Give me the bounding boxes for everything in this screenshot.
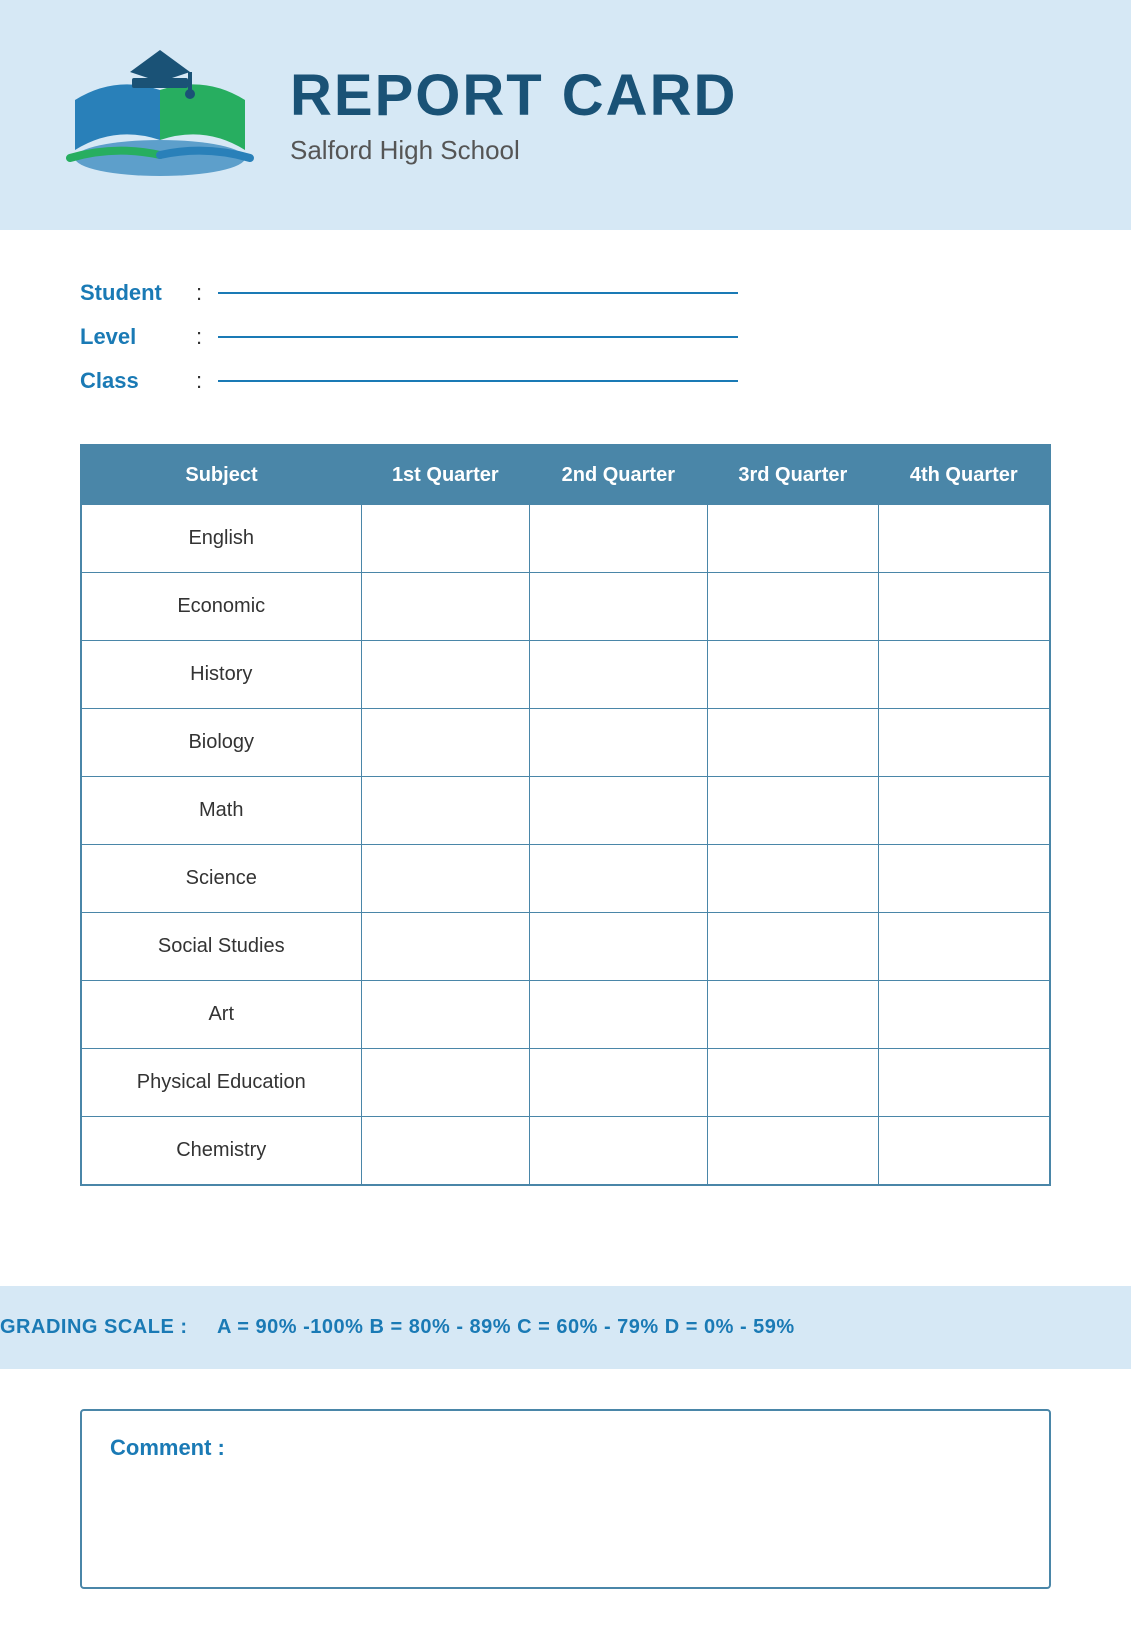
- subject-cell: English: [81, 505, 361, 573]
- student-colon: :: [196, 280, 202, 306]
- q4-cell: [879, 505, 1050, 573]
- q1-cell: [361, 1049, 530, 1117]
- q4-cell: [879, 913, 1050, 981]
- subject-cell: Art: [81, 981, 361, 1049]
- q4-cell: [879, 777, 1050, 845]
- school-logo: [60, 40, 260, 190]
- table-row: Physical Education: [81, 1049, 1050, 1117]
- q4-cell: [879, 1049, 1050, 1117]
- table-row: Art: [81, 981, 1050, 1049]
- comment-section: Comment :: [0, 1369, 1131, 1629]
- grading-scale-values: A = 90% -100% B = 80% - 89% C = 60% - 79…: [217, 1316, 795, 1338]
- level-label: Level: [80, 324, 180, 350]
- q3-cell: [707, 709, 879, 777]
- report-card-title: REPORT CARD: [290, 64, 737, 128]
- subject-cell: History: [81, 641, 361, 709]
- student-line: [218, 292, 738, 294]
- col-q4: 4th Quarter: [879, 445, 1050, 505]
- q2-cell: [530, 845, 707, 913]
- student-row: Student :: [80, 280, 1051, 306]
- class-colon: :: [196, 368, 202, 394]
- grading-scale-section: GRADING SCALE : A = 90% -100% B = 80% - …: [0, 1286, 1131, 1369]
- q1-cell: [361, 981, 530, 1049]
- class-label: Class: [80, 368, 180, 394]
- header-banner: REPORT CARD Salford High School: [0, 0, 1131, 230]
- subject-cell: Physical Education: [81, 1049, 361, 1117]
- q3-cell: [707, 1049, 879, 1117]
- col-subject: Subject: [81, 445, 361, 505]
- q1-cell: [361, 845, 530, 913]
- q2-cell: [530, 777, 707, 845]
- q3-cell: [707, 981, 879, 1049]
- q1-cell: [361, 505, 530, 573]
- subject-cell: Math: [81, 777, 361, 845]
- q1-cell: [361, 709, 530, 777]
- q4-cell: [879, 641, 1050, 709]
- school-name: Salford High School: [290, 135, 737, 166]
- grading-scale-label: GRADING SCALE :: [0, 1316, 188, 1338]
- q1-cell: [361, 913, 530, 981]
- q1-cell: [361, 1117, 530, 1186]
- subject-cell: Biology: [81, 709, 361, 777]
- q1-cell: [361, 573, 530, 641]
- q4-cell: [879, 981, 1050, 1049]
- table-row: Science: [81, 845, 1050, 913]
- level-row: Level :: [80, 324, 1051, 350]
- q2-cell: [530, 1117, 707, 1186]
- main-content: Student : Level : Class : Subject 1st Qu…: [0, 230, 1131, 1286]
- q1-cell: [361, 777, 530, 845]
- q1-cell: [361, 641, 530, 709]
- level-colon: :: [196, 324, 202, 350]
- col-q1: 1st Quarter: [361, 445, 530, 505]
- q4-cell: [879, 1117, 1050, 1186]
- table-header-row: Subject 1st Quarter 2nd Quarter 3rd Quar…: [81, 445, 1050, 505]
- q3-cell: [707, 505, 879, 573]
- q4-cell: [879, 845, 1050, 913]
- q3-cell: [707, 913, 879, 981]
- q2-cell: [530, 981, 707, 1049]
- table-row: Economic: [81, 573, 1050, 641]
- q3-cell: [707, 573, 879, 641]
- q2-cell: [530, 913, 707, 981]
- q2-cell: [530, 573, 707, 641]
- subject-cell: Chemistry: [81, 1117, 361, 1186]
- q3-cell: [707, 845, 879, 913]
- q4-cell: [879, 573, 1050, 641]
- grades-table: Subject 1st Quarter 2nd Quarter 3rd Quar…: [80, 444, 1051, 1186]
- student-info: Student : Level : Class :: [80, 280, 1051, 394]
- col-q3: 3rd Quarter: [707, 445, 879, 505]
- grading-scale-text: GRADING SCALE : A = 90% -100% B = 80% - …: [0, 1316, 795, 1338]
- subject-cell: Economic: [81, 573, 361, 641]
- q2-cell: [530, 641, 707, 709]
- q3-cell: [707, 641, 879, 709]
- q2-cell: [530, 1049, 707, 1117]
- table-row: History: [81, 641, 1050, 709]
- q3-cell: [707, 777, 879, 845]
- table-row: Chemistry: [81, 1117, 1050, 1186]
- subject-cell: Social Studies: [81, 913, 361, 981]
- col-q2: 2nd Quarter: [530, 445, 707, 505]
- comment-box: Comment :: [80, 1409, 1051, 1589]
- q3-cell: [707, 1117, 879, 1186]
- q2-cell: [530, 505, 707, 573]
- class-line: [218, 380, 738, 382]
- class-row: Class :: [80, 368, 1051, 394]
- table-row: Social Studies: [81, 913, 1050, 981]
- level-line: [218, 336, 738, 338]
- student-label: Student: [80, 280, 180, 306]
- header-text: REPORT CARD Salford High School: [290, 64, 737, 167]
- table-row: English: [81, 505, 1050, 573]
- table-row: Math: [81, 777, 1050, 845]
- q4-cell: [879, 709, 1050, 777]
- subject-cell: Science: [81, 845, 361, 913]
- comment-label: Comment :: [110, 1435, 1021, 1461]
- table-row: Biology: [81, 709, 1050, 777]
- q2-cell: [530, 709, 707, 777]
